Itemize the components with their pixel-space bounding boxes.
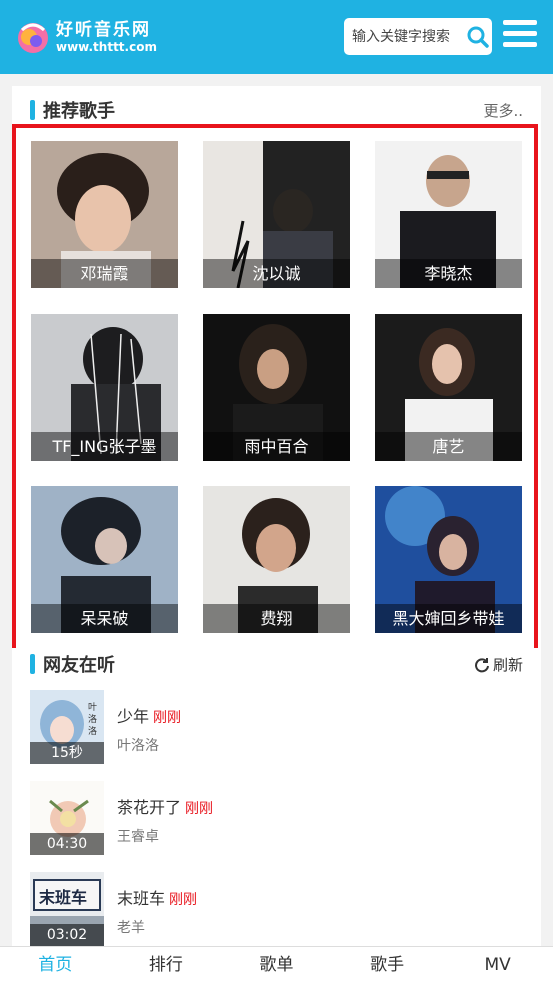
tab-singers[interactable]: 歌手 [332, 947, 443, 984]
track-item[interactable]: 末班车 03:02 末班车 刚刚 老羊 [30, 872, 510, 948]
bottom-tab-bar: 首页 排行 歌单 歌手 MV [0, 946, 553, 984]
tab-playlists[interactable]: 歌单 [221, 947, 332, 984]
menu-icon[interactable] [503, 20, 537, 52]
singer-name: 呆呆破 [31, 604, 178, 633]
track-duration: 15秒 [30, 742, 104, 764]
svg-text:洛: 洛 [88, 725, 97, 737]
track-duration: 03:02 [30, 924, 104, 946]
search-icon [467, 26, 489, 48]
singer-name: 黑大婶回乡带娃 [375, 604, 522, 633]
track-title-row: 末班车 刚刚 [117, 885, 197, 909]
track-cover: 04:30 [30, 781, 104, 855]
singer-card[interactable]: TF_ING张子墨 [31, 314, 178, 461]
track-time: 刚刚 [153, 710, 182, 726]
track-title: 茶花开了 [117, 798, 182, 817]
refresh-button[interactable]: 刷新 [474, 654, 523, 675]
track-title: 末班车 [117, 889, 166, 908]
track-time: 刚刚 [169, 892, 198, 908]
tab-mv[interactable]: MV [442, 947, 553, 984]
track-artist: 王睿卓 [117, 829, 159, 845]
singer-card[interactable]: 唐艺 [375, 314, 522, 461]
logo-name: 好听音乐网 [56, 20, 151, 40]
section-title-singers: 推荐歌手 [30, 98, 115, 122]
site-logo[interactable]: 好听音乐网 www.thttt.com [14, 14, 157, 60]
track-title-row: 少年 刚刚 [117, 703, 181, 727]
refresh-icon [475, 657, 489, 672]
singer-name: 李晓杰 [375, 259, 522, 288]
track-artist: 叶洛洛 [117, 738, 159, 754]
track-cover: 叶 洛 洛 15秒 [30, 690, 104, 764]
singer-grid: 邓瑞霞 沈以诚 李晓杰 TF_ING张子墨 雨中百合 唐艺 呆呆破 费翔 黑大婶… [12, 124, 538, 652]
track-duration: 04:30 [30, 833, 104, 855]
search-box [344, 18, 492, 55]
singer-name: 邓瑞霞 [31, 259, 178, 288]
more-singers-link[interactable]: 更多.. [483, 100, 523, 121]
svg-text:末班车: 末班车 [39, 888, 87, 907]
singer-card[interactable]: 费翔 [203, 486, 350, 633]
logo-url: www.thttt.com [56, 40, 157, 54]
svg-text:洛: 洛 [88, 713, 97, 725]
singer-name: 雨中百合 [203, 432, 350, 461]
logo-icon [14, 18, 52, 56]
singer-card[interactable]: 沈以诚 [203, 141, 350, 288]
track-item[interactable]: 叶 洛 洛 15秒 少年 刚刚 叶洛洛 [30, 690, 510, 766]
singer-card[interactable]: 呆呆破 [31, 486, 178, 633]
track-cover: 末班车 03:02 [30, 872, 104, 946]
track-time: 刚刚 [185, 801, 214, 817]
singer-card[interactable]: 黑大婶回乡带娃 [375, 486, 522, 633]
svg-text:叶: 叶 [88, 702, 97, 713]
search-button[interactable] [464, 22, 492, 52]
track-item[interactable]: 04:30 茶花开了 刚刚 王睿卓 [30, 781, 510, 857]
singer-card[interactable]: 邓瑞霞 [31, 141, 178, 288]
track-title: 少年 [117, 707, 150, 726]
track-artist: 老羊 [117, 920, 145, 936]
singer-name: 沈以诚 [203, 259, 350, 288]
tab-ranking[interactable]: 排行 [111, 947, 222, 984]
singer-card[interactable]: 李晓杰 [375, 141, 522, 288]
app-header: 好听音乐网 www.thttt.com [0, 0, 553, 74]
singer-card[interactable]: 雨中百合 [203, 314, 350, 461]
search-input[interactable] [352, 21, 464, 52]
singer-name: TF_ING张子墨 [31, 432, 178, 461]
track-title-row: 茶花开了 刚刚 [117, 794, 213, 818]
section-title-listening: 网友在听 [30, 652, 115, 676]
tab-home[interactable]: 首页 [0, 947, 111, 984]
singer-name: 费翔 [203, 604, 350, 633]
singer-name: 唐艺 [375, 432, 522, 461]
